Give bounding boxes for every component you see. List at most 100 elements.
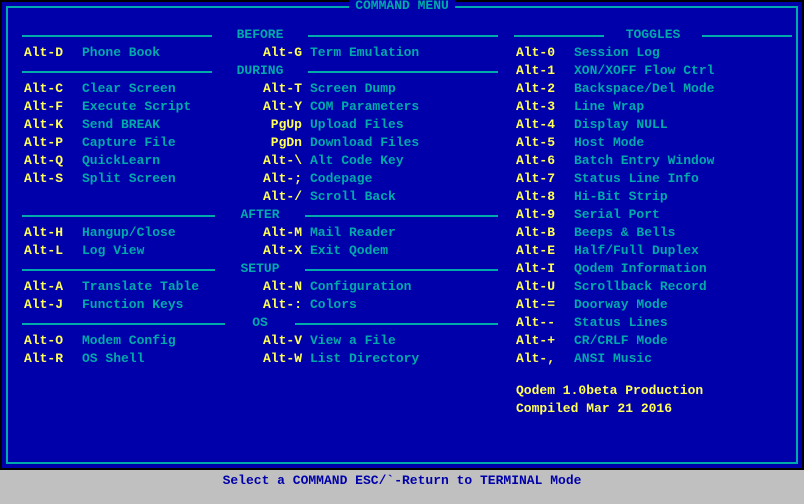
toggles-row-11[interactable]: Alt-EHalf/Full Duplex bbox=[514, 242, 792, 260]
key-label: Alt-L bbox=[22, 242, 82, 260]
desc-label: Alt Code Key bbox=[310, 152, 498, 170]
after-left-row-1[interactable]: Alt-LLog View bbox=[22, 242, 260, 260]
during-left-row-5[interactable]: Alt-SSplit Screen bbox=[22, 170, 260, 188]
toggles-row-12[interactable]: Alt-IQodem Information bbox=[514, 260, 792, 278]
key-label: Alt-P bbox=[22, 134, 82, 152]
terminal-screen: COMMAND MENU BEFORE Alt-DPhone Book Alt-… bbox=[0, 0, 804, 470]
key-label: Alt-G bbox=[260, 44, 310, 62]
section-toggles: TOGGLES Alt-0Session LogAlt-1XON/XOFF Fl… bbox=[514, 26, 792, 368]
left-panel: BEFORE Alt-DPhone Book Alt-GTerm Emulati… bbox=[22, 26, 498, 368]
key-label: Alt-F bbox=[22, 98, 82, 116]
toggles-row-14[interactable]: Alt-=Doorway Mode bbox=[514, 296, 792, 314]
os-left-row-0[interactable]: Alt-OModem Config bbox=[22, 332, 260, 350]
toggles-row-0[interactable]: Alt-0Session Log bbox=[514, 44, 792, 62]
version-block: Qodem 1.0beta Production Compiled Mar 21… bbox=[514, 382, 792, 418]
section-during: DURING Alt-CClear ScreenAlt-FExecute Scr… bbox=[22, 62, 498, 206]
status-bar: Select a COMMAND ESC/`-Return to TERMINA… bbox=[2, 472, 802, 490]
toggles-title: TOGGLES bbox=[626, 27, 681, 42]
desc-label: QuickLearn bbox=[82, 152, 260, 170]
desc-label: View a File bbox=[310, 332, 498, 350]
key-label: Alt-M bbox=[260, 224, 310, 242]
desc-label: Backspace/Del Mode bbox=[574, 80, 792, 98]
key-label: Alt-V bbox=[260, 332, 310, 350]
during-right-row-2[interactable]: PgUpUpload Files bbox=[260, 116, 498, 134]
setup-left-row-1[interactable]: Alt-JFunction Keys bbox=[22, 296, 260, 314]
desc-label: Beeps & Bells bbox=[574, 224, 792, 242]
toggles-row-16[interactable]: Alt-+CR/CRLF Mode bbox=[514, 332, 792, 350]
toggles-row-4[interactable]: Alt-4Display NULL bbox=[514, 116, 792, 134]
os-right-row-0[interactable]: Alt-VView a File bbox=[260, 332, 498, 350]
desc-label: Phone Book bbox=[82, 44, 260, 62]
during-left-row-1[interactable]: Alt-FExecute Script bbox=[22, 98, 260, 116]
toggles-row-9[interactable]: Alt-9Serial Port bbox=[514, 206, 792, 224]
desc-label: Status Lines bbox=[574, 314, 792, 332]
during-right-row-6[interactable]: Alt-/Scroll Back bbox=[260, 188, 498, 206]
toggles-row-2[interactable]: Alt-2Backspace/Del Mode bbox=[514, 80, 792, 98]
during-right-row-0[interactable]: Alt-TScreen Dump bbox=[260, 80, 498, 98]
desc-label: Log View bbox=[82, 242, 260, 260]
key-label: Alt-1 bbox=[514, 62, 574, 80]
during-left-row-3[interactable]: Alt-PCapture File bbox=[22, 134, 260, 152]
after-right-row-0[interactable]: Alt-MMail Reader bbox=[260, 224, 498, 242]
toggles-row-7[interactable]: Alt-7Status Line Info bbox=[514, 170, 792, 188]
key-label: Alt-= bbox=[514, 296, 574, 314]
during-right-row-3[interactable]: PgDnDownload Files bbox=[260, 134, 498, 152]
desc-label: Batch Entry Window bbox=[574, 152, 792, 170]
setup-right-row-0[interactable]: Alt-NConfiguration bbox=[260, 278, 498, 296]
during-right-row-1[interactable]: Alt-YCOM Parameters bbox=[260, 98, 498, 116]
toggles-row-6[interactable]: Alt-6Batch Entry Window bbox=[514, 152, 792, 170]
during-right-row-5[interactable]: Alt-;Codepage bbox=[260, 170, 498, 188]
toggles-row-5[interactable]: Alt-5Host Mode bbox=[514, 134, 792, 152]
during-left-row-2[interactable]: Alt-KSend BREAK bbox=[22, 116, 260, 134]
key-label: Alt-5 bbox=[514, 134, 574, 152]
setup-right-row-1[interactable]: Alt-:Colors bbox=[260, 296, 498, 314]
key-label: Alt-K bbox=[22, 116, 82, 134]
main-title: COMMAND MENU bbox=[349, 0, 455, 13]
desc-label: Session Log bbox=[574, 44, 792, 62]
toggles-row-3[interactable]: Alt-3Line Wrap bbox=[514, 98, 792, 116]
toggles-row-10[interactable]: Alt-BBeeps & Bells bbox=[514, 224, 792, 242]
setup-left-row-0[interactable]: Alt-ATranslate Table bbox=[22, 278, 260, 296]
desc-label: Capture File bbox=[82, 134, 260, 152]
toggles-row-1[interactable]: Alt-1XON/XOFF Flow Ctrl bbox=[514, 62, 792, 80]
key-label: PgUp bbox=[260, 116, 310, 134]
desc-label: Hangup/Close bbox=[82, 224, 260, 242]
desc-label: Mail Reader bbox=[310, 224, 498, 242]
during-right-row-4[interactable]: Alt-\Alt Code Key bbox=[260, 152, 498, 170]
key-label: Alt-Q bbox=[22, 152, 82, 170]
desc-label: ANSI Music bbox=[574, 350, 792, 368]
before-left-row-0[interactable]: Alt-DPhone Book bbox=[22, 44, 260, 62]
key-label: Alt-Y bbox=[260, 98, 310, 116]
key-label: Alt-I bbox=[514, 260, 574, 278]
desc-label: Doorway Mode bbox=[574, 296, 792, 314]
toggles-row-17[interactable]: Alt-,ANSI Music bbox=[514, 350, 792, 368]
key-label: Alt-X bbox=[260, 242, 310, 260]
desc-label: Upload Files bbox=[310, 116, 498, 134]
before-title: BEFORE bbox=[237, 27, 284, 42]
desc-label: Function Keys bbox=[82, 296, 260, 314]
toggles-row-15[interactable]: Alt--Status Lines bbox=[514, 314, 792, 332]
toggles-row-13[interactable]: Alt-UScrollback Record bbox=[514, 278, 792, 296]
desc-label: Line Wrap bbox=[574, 98, 792, 116]
during-left-row-4[interactable]: Alt-QQuickLearn bbox=[22, 152, 260, 170]
key-label: Alt-D bbox=[22, 44, 82, 62]
after-left-row-0[interactable]: Alt-HHangup/Close bbox=[22, 224, 260, 242]
key-label: Alt-, bbox=[514, 350, 574, 368]
os-left-row-1[interactable]: Alt-ROS Shell bbox=[22, 350, 260, 368]
key-label: Alt-6 bbox=[514, 152, 574, 170]
version-line2: Compiled Mar 21 2016 bbox=[516, 400, 792, 418]
before-right-row-0[interactable]: Alt-GTerm Emulation bbox=[260, 44, 498, 62]
toggles-row-8[interactable]: Alt-8Hi-Bit Strip bbox=[514, 188, 792, 206]
right-panel: TOGGLES Alt-0Session LogAlt-1XON/XOFF Fl… bbox=[514, 26, 792, 418]
after-right-row-1[interactable]: Alt-XExit Qodem bbox=[260, 242, 498, 260]
desc-label: Term Emulation bbox=[310, 44, 498, 62]
os-right-row-1[interactable]: Alt-WList Directory bbox=[260, 350, 498, 368]
key-label: Alt-3 bbox=[514, 98, 574, 116]
desc-label: CR/CRLF Mode bbox=[574, 332, 792, 350]
key-label: Alt-: bbox=[260, 296, 310, 314]
desc-label: Host Mode bbox=[574, 134, 792, 152]
key-label: Alt-\ bbox=[260, 152, 310, 170]
key-label: Alt-B bbox=[514, 224, 574, 242]
during-left-row-0[interactable]: Alt-CClear Screen bbox=[22, 80, 260, 98]
section-setup: SETUP Alt-ATranslate TableAlt-JFunction … bbox=[22, 260, 498, 314]
